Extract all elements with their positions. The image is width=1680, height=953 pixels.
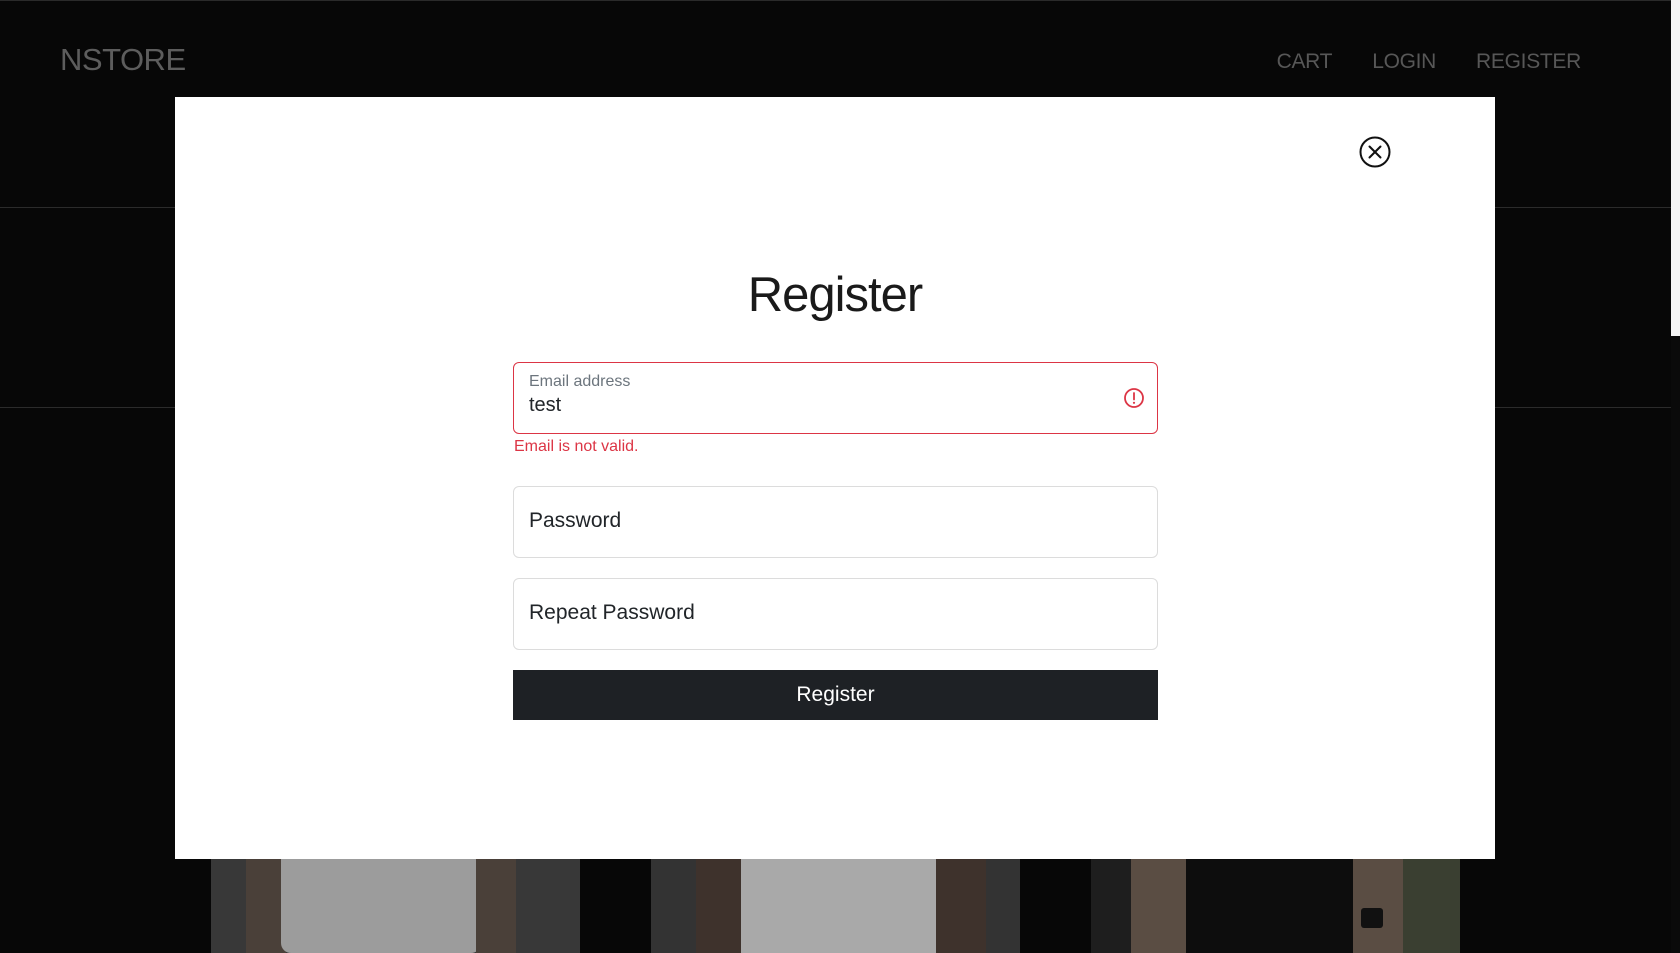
repeat-password-placeholder: Repeat Password (529, 601, 695, 624)
product-card-image[interactable] (211, 858, 580, 953)
main-nav: CART LOGIN REGISTER (1277, 50, 1582, 74)
top-border (0, 0, 1671, 1)
scrollbar-thumb[interactable] (1671, 0, 1680, 336)
modal-title: Register (747, 268, 923, 322)
exclamation-circle-icon (1124, 388, 1144, 408)
close-icon[interactable] (1359, 136, 1391, 168)
register-modal: Register Email address test Email is not… (175, 97, 1495, 859)
nav-register-link[interactable]: REGISTER (1476, 50, 1581, 74)
repeat-password-field[interactable]: Repeat Password (513, 578, 1158, 650)
nav-cart-link[interactable]: CART (1277, 50, 1333, 74)
email-value[interactable]: test (529, 394, 561, 417)
nav-login-link[interactable]: LOGIN (1372, 50, 1436, 74)
register-form: Email address test Email is not valid. P… (513, 362, 1158, 720)
password-placeholder: Password (529, 509, 622, 532)
email-error-message: Email is not valid. (514, 438, 639, 455)
product-card-image[interactable] (1091, 858, 1460, 953)
brand-logo[interactable]: NSTORE (60, 42, 186, 78)
product-card-image[interactable] (651, 858, 1020, 953)
email-label: Email address (529, 373, 631, 390)
password-field[interactable]: Password (513, 486, 1158, 558)
email-field[interactable]: Email address test (513, 362, 1158, 434)
register-button[interactable]: Register (513, 670, 1158, 720)
